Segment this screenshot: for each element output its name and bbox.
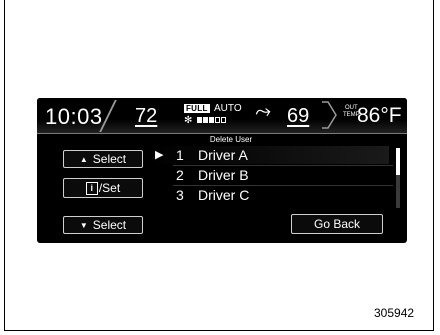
set-button[interactable]: i /Set: [63, 178, 143, 198]
cursor-triangle-icon: ▶: [155, 149, 164, 161]
user-number: 3: [176, 187, 184, 203]
user-list-item[interactable]: 3 Driver C: [149, 186, 389, 204]
user-number: 1: [176, 147, 184, 163]
fan-bar: [203, 117, 208, 123]
select-up-button[interactable]: ▲ Select: [63, 150, 143, 168]
passenger-temperature[interactable]: 69: [287, 105, 309, 128]
list-scrollbar[interactable]: [396, 148, 400, 208]
scrollbar-thumb[interactable]: [396, 148, 400, 175]
out-temp-divider: [322, 101, 337, 129]
infotainment-screen: 10:03 72 FULL AUTO ✻ ⤳ 69 OUT TEMP 86°F …: [37, 98, 407, 243]
figure-id: 305942: [374, 306, 415, 320]
triangle-up-icon: ▲: [79, 154, 88, 164]
fan-bar: [215, 117, 220, 123]
user-name: Driver B: [198, 167, 249, 183]
fan-mode-badge: FULL: [184, 104, 210, 113]
clock: 10:03: [45, 104, 103, 129]
triangle-down-icon: ▼: [79, 220, 88, 230]
climate-status-bar: 10:03 72 FULL AUTO ✻ ⤳ 69 OUT TEMP 86°F: [37, 98, 407, 134]
fan-mode-label: AUTO: [214, 103, 242, 114]
go-back-button[interactable]: Go Back: [291, 214, 383, 234]
airflow-icon[interactable]: ⤳: [253, 100, 273, 125]
select-down-button[interactable]: ▼ Select: [63, 216, 143, 234]
fan-icon: ✻: [184, 115, 193, 126]
user-list-item[interactable]: 2 Driver B: [149, 166, 389, 184]
fan-bar: [197, 117, 202, 123]
user-name: Driver C: [198, 187, 250, 203]
user-name: Driver A: [198, 147, 248, 163]
info-icon: i: [85, 181, 98, 195]
outside-temperature: 86°F: [357, 104, 402, 127]
fan-bar: [209, 117, 214, 123]
fan-bar: [221, 117, 226, 123]
user-number: 2: [176, 167, 184, 183]
driver-temperature[interactable]: 72: [135, 105, 157, 128]
fan-level-indicator: [197, 117, 226, 123]
screen-title: Delete User: [209, 135, 253, 144]
user-list-item[interactable]: ▶ 1 Driver A: [149, 146, 389, 164]
